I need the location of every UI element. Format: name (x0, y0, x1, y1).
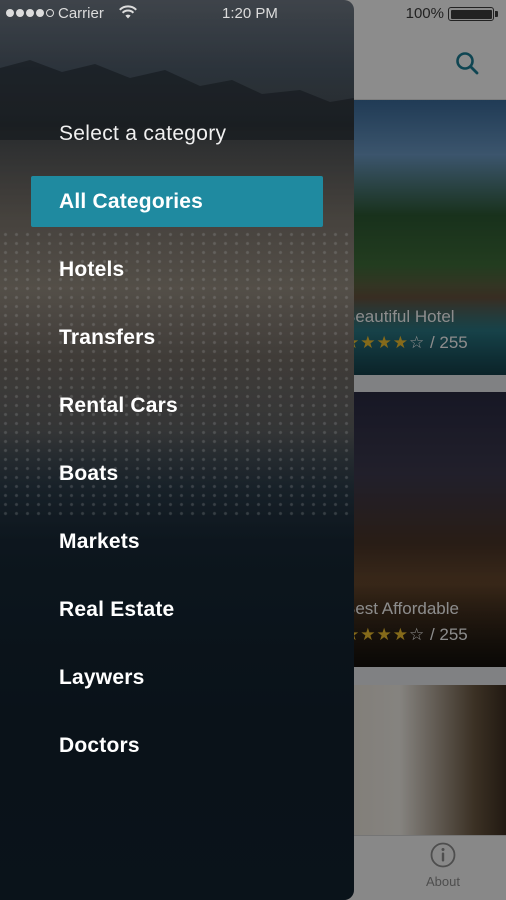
category-item-transfers[interactable]: Transfers (31, 312, 323, 380)
category-label: Real Estate (59, 598, 175, 621)
drawer-heading: Select a category (59, 122, 227, 145)
category-drawer: Select a category All Categories Hotels … (0, 0, 354, 900)
category-label: Laywers (59, 666, 145, 689)
signal-strength-icon (6, 9, 54, 17)
category-label: Doctors (59, 734, 140, 757)
status-bar: Carrier 1:20 PM 100% (0, 0, 506, 28)
category-label: Boats (59, 462, 119, 485)
category-label: Transfers (59, 326, 156, 349)
category-label: Hotels (59, 258, 125, 281)
wifi-icon (119, 5, 137, 19)
status-time: 1:20 PM (222, 5, 278, 22)
category-item-boats[interactable]: Boats (31, 448, 323, 516)
category-label: All Categories (59, 190, 204, 213)
category-item-rental-cars[interactable]: Rental Cars (31, 380, 323, 448)
category-item-hotels[interactable]: Hotels (31, 244, 323, 312)
category-list: All Categories Hotels Transfers Rental C… (31, 176, 323, 788)
carrier-name: Carrier (58, 5, 104, 22)
category-item-markets[interactable]: Markets (31, 516, 323, 584)
category-item-doctors[interactable]: Doctors (31, 720, 323, 788)
category-item-real-estate[interactable]: Real Estate (31, 584, 323, 652)
category-item-all[interactable]: All Categories (31, 176, 323, 244)
battery-icon (448, 7, 498, 21)
category-item-lawyers[interactable]: Laywers (31, 652, 323, 720)
category-label: Markets (59, 530, 140, 553)
category-label: Rental Cars (59, 394, 178, 417)
battery-percentage: 100% (405, 5, 444, 22)
